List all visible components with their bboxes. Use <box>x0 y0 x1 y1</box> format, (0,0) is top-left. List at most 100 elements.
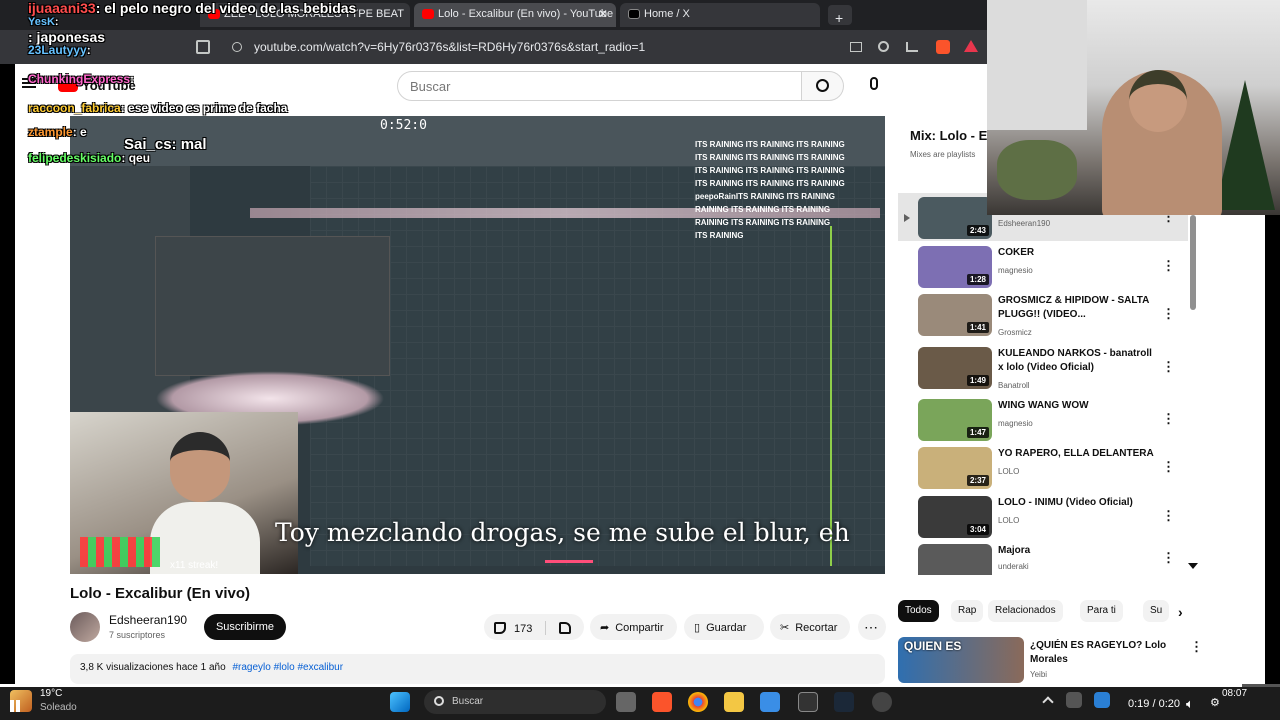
settings-gear-icon[interactable]: ⚙ <box>1210 696 1220 709</box>
cast-icon[interactable] <box>850 42 862 52</box>
chrome-icon[interactable] <box>688 692 708 712</box>
divider <box>545 621 547 635</box>
more-actions-button[interactable]: ⋯ <box>858 614 886 640</box>
recommended-item[interactable]: QUIEN ES ¿QUIÉN ES RAGEYLO? Lolo Morales… <box>898 637 1203 683</box>
playlist-item[interactable]: 1:41 GROSMICZ & HIPIDOW - SALTA PLUGG!! … <box>898 292 1188 338</box>
dislike-icon[interactable] <box>559 622 572 634</box>
obs-icon[interactable] <box>872 692 892 712</box>
tab-x[interactable]: Home / X <box>620 3 820 27</box>
clip-button[interactable]: ✂ Recortar <box>770 614 850 640</box>
chat-rain-overlay: ITS RAINING ITS RAINING ITS RAINING ITS … <box>695 140 845 240</box>
chat-message: felipedeskisiado: qeu <box>28 151 151 165</box>
video-thumbnail[interactable]: 1:41 <box>918 294 992 336</box>
video-progress[interactable] <box>545 560 593 563</box>
recommended-title[interactable]: ¿QUIÉN ES RAGEYLO? Lolo Morales <box>1030 639 1170 667</box>
playlist-item[interactable]: 1:28 COKER magnesio ⋮ <box>898 244 1188 290</box>
chip-relacionados[interactable]: Relacionados <box>988 600 1063 622</box>
pause-icon[interactable] <box>10 700 14 712</box>
taskbar-search[interactable]: Buscar <box>424 690 606 714</box>
volume-icon[interactable]: 🔈︎ <box>1186 696 1194 712</box>
webcam-christmas-tree <box>1215 80 1275 210</box>
video-thumbnail[interactable]: 2:37 <box>918 447 992 489</box>
brave-rewards-icon[interactable] <box>964 40 978 52</box>
bookmark-save-icon: ▯ <box>694 622 701 634</box>
zoom-icon[interactable] <box>878 41 889 52</box>
mix-playlist: 2:43 Edsheeran190 ⋮ 1:28 COKER magnesio … <box>898 193 1188 575</box>
weather-temp[interactable]: 19°C <box>40 688 62 699</box>
new-tab-button[interactable]: + <box>828 5 852 25</box>
close-tab-icon[interactable]: ✕ <box>598 7 608 21</box>
playlist-item[interactable]: 2:37 YO RAPERO, ELLA DELANTERA LOLO ⋮ <box>898 445 1188 491</box>
brave-icon[interactable] <box>652 692 672 712</box>
like-count[interactable]: 173 <box>514 623 532 635</box>
channel-avatar[interactable] <box>70 612 100 642</box>
mix-subtitle: Mixes are playlists <box>910 150 976 159</box>
playlist-item[interactable]: 3:04 LOLO - INIMU (Video Oficial) LOLO ⋮ <box>898 494 1188 540</box>
clock[interactable]: 08:07 <box>1222 688 1247 699</box>
subscribe-button[interactable]: Suscribirme <box>204 614 286 640</box>
item-menu-icon[interactable]: ⋮ <box>1190 639 1203 655</box>
epic-games-icon[interactable] <box>798 692 818 712</box>
share-icon[interactable] <box>906 42 918 52</box>
channel-name[interactable]: Edsheeran190 <box>109 613 187 627</box>
video-player[interactable]: 0:52:0 ITS RAINING ITS RAINING ITS RAINI… <box>70 116 885 574</box>
chip-su[interactable]: Su <box>1143 600 1170 622</box>
like-icon[interactable] <box>494 622 506 634</box>
playlist-item[interactable]: Majora underaki ⋮ <box>898 542 1188 575</box>
playlist-item[interactable]: 1:49 KULEANDO NARKOS - banatroll x lolo … <box>898 345 1188 391</box>
chip-para-ti[interactable]: Para ti <box>1080 600 1123 622</box>
video-thumbnail[interactable]: 1:28 <box>918 246 992 288</box>
share-button[interactable]: ➦ Compartir <box>590 614 677 640</box>
streak-badge <box>80 537 160 567</box>
scroll-down-icon[interactable] <box>1188 563 1198 569</box>
webcam-person-head <box>1129 70 1187 132</box>
tray-expand-icon[interactable] <box>1042 696 1054 708</box>
item-menu-icon[interactable]: ⋮ <box>1162 306 1175 322</box>
store-icon[interactable] <box>760 692 780 712</box>
item-menu-icon[interactable]: ⋮ <box>1162 508 1175 524</box>
search-button[interactable] <box>802 71 844 101</box>
stream-chat-overlay: ijuaaani33: el pelo negro del video de l… <box>24 0 544 170</box>
item-menu-icon[interactable]: ⋮ <box>1162 258 1175 274</box>
chip-rap[interactable]: Rap <box>951 600 984 622</box>
steam-icon[interactable] <box>834 692 854 712</box>
item-menu-icon[interactable]: ⋮ <box>1162 550 1175 566</box>
webcam-curtain <box>987 0 1087 130</box>
recommended-thumbnail[interactable]: QUIEN ES <box>898 637 1024 683</box>
tray-app-icon[interactable] <box>1094 692 1110 708</box>
save-button[interactable]: ▯ Guardar <box>684 614 764 640</box>
chat-message: YesK: <box>28 16 59 28</box>
chat-message: ztample: e <box>28 125 87 139</box>
lyrics-subtitle: Toy mezclando drogas, se me sube el blur… <box>275 518 850 547</box>
subscriber-count: 7 suscriptores <box>109 630 166 640</box>
chips-next-icon[interactable]: › <box>1178 604 1183 620</box>
video-thumbnail[interactable]: 1:47 <box>918 399 992 441</box>
chat-message: raccoon_fabrica: ese video es prime de f… <box>28 101 288 115</box>
file-explorer-icon[interactable] <box>724 692 744 712</box>
playlist-scrollbar[interactable] <box>1190 215 1196 310</box>
playlist-item[interactable]: 1:47 WING WANG WOW magnesio ⋮ <box>898 397 1188 443</box>
video-thumbnail[interactable] <box>918 544 992 575</box>
windows-start-icon[interactable] <box>390 692 410 712</box>
discord-tray-icon[interactable] <box>1066 692 1082 708</box>
brave-shields-icon[interactable] <box>936 40 950 54</box>
playhead <box>830 226 832 566</box>
voice-search-button[interactable] <box>858 71 890 101</box>
video-thumbnail[interactable]: 1:49 <box>918 347 992 389</box>
video-thumbnail[interactable]: 3:04 <box>918 496 992 538</box>
description-box[interactable]: 3,8 K visualizaciones hace 1 año #rageyl… <box>70 654 885 684</box>
item-menu-icon[interactable]: ⋮ <box>1162 459 1175 475</box>
chip-todos[interactable]: Todos <box>898 600 939 622</box>
item-menu-icon[interactable]: ⋮ <box>1162 411 1175 427</box>
streamer-webcam-inset <box>70 412 298 574</box>
task-view-icon[interactable] <box>616 692 636 712</box>
item-menu-icon[interactable]: ⋮ <box>1162 359 1175 375</box>
recommended-channel[interactable]: Yeibi <box>1030 670 1047 679</box>
video-thumbnail[interactable]: 2:43 <box>918 197 992 239</box>
weather-desc[interactable]: Soleado <box>40 702 77 713</box>
webcam-plush <box>997 140 1077 200</box>
stream-progress-bar[interactable] <box>0 684 1280 687</box>
video-time-readout: 0:19 / 0:20 <box>1128 698 1180 710</box>
search-icon <box>434 696 444 706</box>
like-dislike-group: 173 <box>484 614 584 640</box>
